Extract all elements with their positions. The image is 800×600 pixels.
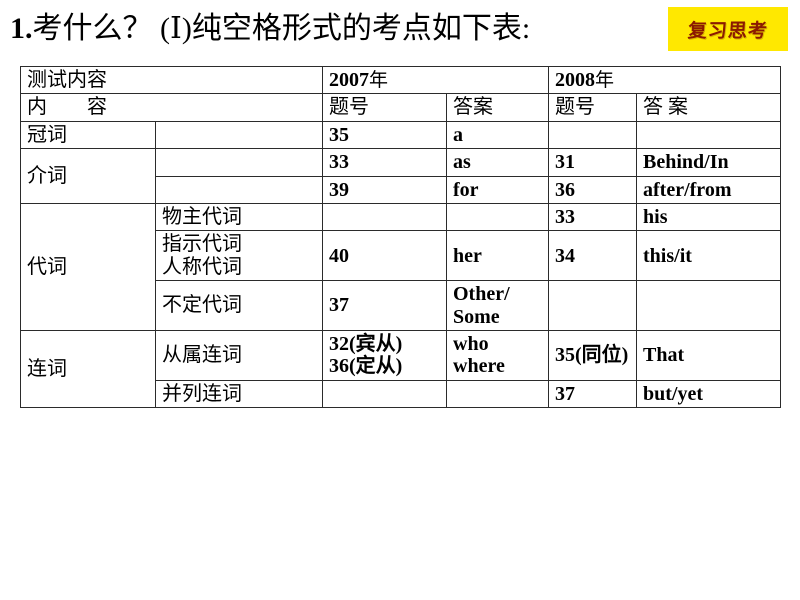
row-a2008: his bbox=[636, 202, 782, 232]
row-q2007 bbox=[322, 202, 447, 232]
table-row: 代词 物主代词 33 his bbox=[20, 202, 782, 331]
row-q2008: 34 bbox=[548, 230, 638, 282]
row-subcategory bbox=[155, 120, 323, 150]
row-a2008: but/yet bbox=[636, 379, 782, 409]
header-a2008: 答 案 bbox=[636, 93, 782, 122]
table-row: 介词 33 as 31 Behind/In bbox=[20, 148, 782, 204]
row-q2007: 33 bbox=[322, 148, 447, 177]
row-a2007: her bbox=[445, 230, 550, 282]
row-q2007: 39 bbox=[322, 175, 447, 204]
row-a2008: That bbox=[636, 329, 782, 381]
header-content-label: 测试内容 bbox=[20, 65, 323, 95]
row-q2008 bbox=[548, 120, 638, 150]
title-body: 考什么？ (Ⅰ)纯空格形式的考点如下表: bbox=[32, 12, 531, 45]
table-header-row-1: 测试内容 2007年 2008年 bbox=[20, 65, 782, 95]
header-year-2008: 2008年 bbox=[548, 65, 782, 95]
row-subcategory: 并列连词 bbox=[155, 379, 323, 409]
row-q2007: 40 bbox=[322, 230, 447, 282]
row-q2008: 36 bbox=[548, 175, 638, 204]
header-year-2007: 2007年 bbox=[321, 65, 550, 95]
exam-points-table: 测试内容 2007年 2008年 内 容 题号 答案 题号 答 案 冠词 35 … bbox=[20, 65, 782, 409]
title-number: 1. bbox=[10, 12, 33, 45]
row-q2008: 37 bbox=[548, 379, 638, 409]
row-q2008: 33 bbox=[548, 202, 638, 232]
row-a2007 bbox=[445, 202, 550, 232]
row-q2007: 37 bbox=[322, 280, 447, 331]
row-a2007: Other/ Some bbox=[445, 280, 550, 331]
header-content-sub: 内 容 bbox=[20, 93, 323, 122]
row-q2007: 32(宾从) 36(定从) bbox=[322, 329, 447, 381]
row-category: 代词 bbox=[20, 202, 156, 331]
review-badge-label: 复习思考 bbox=[687, 19, 769, 42]
table-row: 连词 从属连词 32(宾从) 36(定从) who where 35(同位) T… bbox=[20, 329, 782, 409]
row-q2007: 35 bbox=[322, 120, 447, 150]
row-a2007: a bbox=[445, 120, 550, 150]
row-subcategory bbox=[155, 175, 323, 204]
row-q2007 bbox=[322, 379, 447, 409]
row-category: 连词 bbox=[20, 329, 156, 409]
header-q2007: 题号 bbox=[322, 93, 447, 122]
row-a2008: this/it bbox=[636, 230, 782, 282]
header-q2008: 题号 bbox=[548, 93, 638, 122]
table-header-row-2: 内 容 题号 答案 题号 答 案 bbox=[20, 93, 782, 122]
row-category: 冠词 bbox=[20, 120, 156, 150]
row-a2008 bbox=[636, 120, 782, 150]
header-a2007: 答案 bbox=[445, 93, 550, 122]
row-subcategory: 不定代词 bbox=[155, 280, 323, 331]
row-a2008 bbox=[636, 280, 782, 331]
row-subcategory: 物主代词 bbox=[155, 202, 323, 232]
row-q2008 bbox=[548, 280, 638, 331]
page-title: 1.考什么？ (Ⅰ)纯空格形式的考点如下表: bbox=[10, 14, 530, 44]
row-q2008: 31 bbox=[548, 148, 638, 177]
row-a2008: Behind/In bbox=[636, 148, 782, 177]
row-category: 介词 bbox=[20, 148, 156, 204]
row-a2007 bbox=[445, 379, 550, 409]
table-row: 冠词 35 a bbox=[20, 120, 782, 150]
row-subcategory: 从属连词 bbox=[155, 329, 323, 381]
row-a2008: after/from bbox=[636, 175, 782, 204]
row-a2007: who where bbox=[445, 329, 550, 381]
row-q2008: 35(同位) bbox=[548, 329, 638, 381]
row-subcategory bbox=[155, 148, 323, 177]
row-subcategory: 指示代词 人称代词 bbox=[155, 230, 323, 282]
row-a2007: as bbox=[445, 148, 550, 177]
review-badge: 复习思考 bbox=[668, 7, 788, 51]
row-a2007: for bbox=[445, 175, 550, 204]
